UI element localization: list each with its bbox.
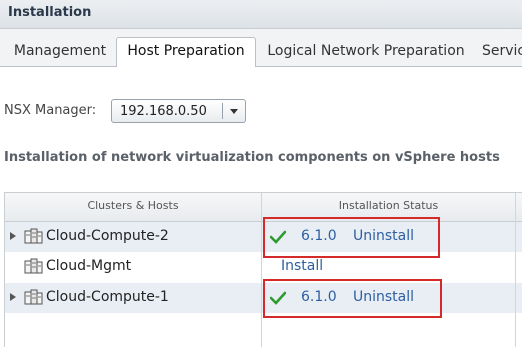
column-divider	[515, 193, 516, 347]
select-divider	[222, 103, 223, 119]
chevron-down-icon[interactable]	[230, 109, 238, 114]
section-description: Installation of network virtualization c…	[4, 150, 500, 165]
cluster-name[interactable]: Cloud-Compute-1	[46, 289, 169, 305]
cluster-name[interactable]: Cloud-Compute-2	[46, 228, 169, 244]
expand-arrow-icon[interactable]	[10, 232, 16, 240]
panel-title: Installation	[8, 5, 92, 20]
cluster-icon	[24, 228, 43, 244]
cluster-name[interactable]: Cloud-Mgmt	[46, 258, 131, 274]
panel-header: Installation	[0, 0, 522, 29]
cluster-icon	[24, 258, 43, 274]
tab-host-preparation[interactable]: Host Preparation	[116, 37, 256, 67]
column-header-clusters[interactable]: Clusters & Hosts	[5, 199, 261, 212]
hosts-grid: Clusters & Hosts Installation Status Clo…	[4, 192, 522, 347]
highlight-box	[263, 217, 440, 258]
expand-arrow-icon[interactable]	[10, 293, 16, 301]
nsx-manager-select[interactable]: 192.168.0.50	[111, 99, 246, 123]
tab-bar: Management Host Preparation Logical Netw…	[0, 29, 522, 67]
install-link[interactable]: Install	[281, 258, 323, 274]
nsx-manager-value: 192.168.0.50	[120, 104, 207, 119]
tab-logical-network-preparation[interactable]: Logical Network Preparation	[262, 38, 470, 66]
column-divider	[261, 193, 262, 347]
tab-management[interactable]: Management	[8, 38, 112, 66]
highlight-box	[263, 279, 442, 318]
tab-service[interactable]: Servic	[476, 38, 522, 66]
column-header-status[interactable]: Installation Status	[262, 199, 515, 212]
nsx-manager-label: NSX Manager:	[4, 103, 97, 118]
cluster-icon	[24, 289, 43, 305]
